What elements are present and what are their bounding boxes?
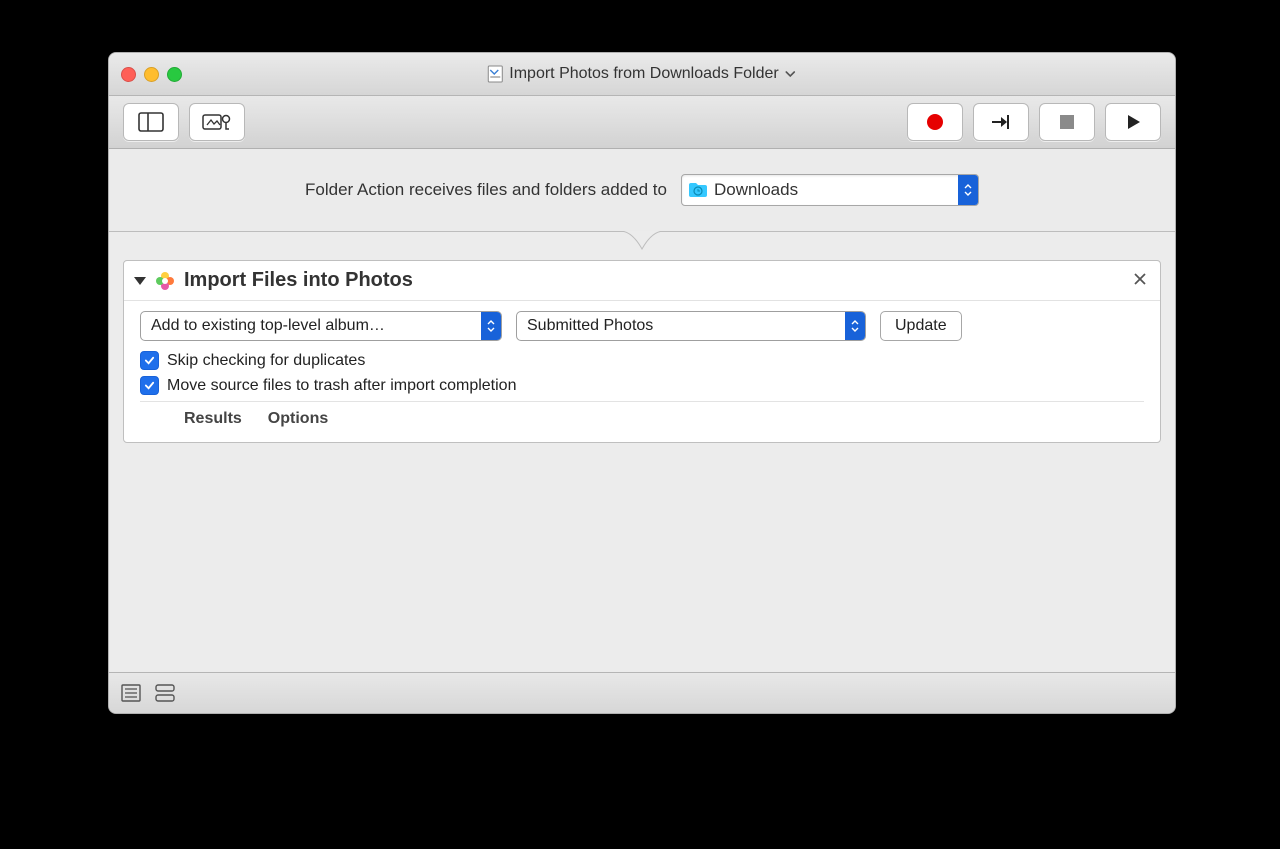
options-tab[interactable]: Options	[268, 410, 328, 428]
window-title: Import Photos from Downloads Folder	[509, 65, 778, 83]
workflow-connector	[109, 232, 1175, 260]
play-icon	[1124, 113, 1142, 131]
folder-action-label: Folder Action receives files and folders…	[305, 180, 667, 200]
close-window-button[interactable]	[121, 67, 136, 82]
record-icon	[925, 112, 945, 132]
title-chevron-icon	[785, 69, 797, 79]
automator-window: Import Photos from Downloads Folder	[108, 52, 1176, 714]
folder-selector[interactable]: Downloads	[681, 174, 979, 206]
popup-arrows-icon	[845, 312, 865, 340]
disclosure-triangle-icon[interactable]	[134, 277, 146, 285]
action-header: Import Files into Photos	[124, 261, 1160, 301]
media-icon	[202, 111, 232, 133]
toggle-library-button[interactable]	[123, 103, 179, 141]
minimize-window-button[interactable]	[144, 67, 159, 82]
skip-duplicates-label: Skip checking for duplicates	[167, 352, 365, 370]
update-button[interactable]: Update	[880, 311, 962, 341]
move-to-trash-row[interactable]: Move source files to trash after import …	[140, 376, 1144, 395]
bottom-bar	[109, 672, 1175, 713]
document-proxy-icon	[487, 65, 503, 83]
toolbar	[109, 96, 1175, 149]
move-to-trash-label: Move source files to trash after import …	[167, 377, 516, 395]
step-forward-icon	[990, 113, 1012, 131]
action-body: Add to existing top-level album… Submitt…	[124, 301, 1160, 442]
action-remove-button[interactable]	[1130, 272, 1150, 290]
traffic-lights	[121, 67, 182, 82]
update-button-label: Update	[895, 317, 947, 335]
close-icon	[1134, 273, 1146, 285]
checkmark-icon	[144, 380, 155, 391]
record-button[interactable]	[907, 103, 963, 141]
skip-duplicates-row[interactable]: Skip checking for duplicates	[140, 351, 1144, 370]
titlebar: Import Photos from Downloads Folder	[109, 53, 1175, 96]
checkmark-icon	[144, 355, 155, 366]
action-title: Import Files into Photos	[184, 269, 413, 292]
title-area[interactable]: Import Photos from Downloads Folder	[487, 65, 796, 83]
folder-action-config: Folder Action receives files and folders…	[109, 149, 1175, 232]
run-button[interactable]	[1105, 103, 1161, 141]
stop-button[interactable]	[1039, 103, 1095, 141]
connector-notch-icon	[620, 231, 664, 253]
results-tab[interactable]: Results	[184, 410, 242, 428]
popup-arrows-icon	[958, 175, 978, 205]
album-mode-value: Add to existing top-level album…	[151, 317, 385, 335]
popup-arrows-icon	[481, 312, 501, 340]
move-to-trash-checkbox[interactable]	[140, 376, 159, 395]
log-view-button[interactable]	[121, 684, 141, 702]
stop-icon	[1059, 114, 1075, 130]
action-footer: Results Options	[140, 401, 1144, 438]
media-browser-button[interactable]	[189, 103, 245, 141]
step-button[interactable]	[973, 103, 1029, 141]
workflow-area: Import Files into Photos Add to existing…	[109, 260, 1175, 672]
workflow-view-button[interactable]	[155, 684, 175, 702]
action-import-files-into-photos: Import Files into Photos Add to existing…	[123, 260, 1161, 443]
skip-duplicates-checkbox[interactable]	[140, 351, 159, 370]
album-target-popup[interactable]: Submitted Photos	[516, 311, 866, 341]
library-panel-icon	[138, 112, 164, 132]
photos-app-icon	[154, 270, 176, 292]
album-mode-popup[interactable]: Add to existing top-level album…	[140, 311, 502, 341]
album-target-value: Submitted Photos	[527, 317, 653, 335]
folder-name: Downloads	[714, 180, 798, 200]
zoom-window-button[interactable]	[167, 67, 182, 82]
folder-icon	[688, 182, 708, 198]
